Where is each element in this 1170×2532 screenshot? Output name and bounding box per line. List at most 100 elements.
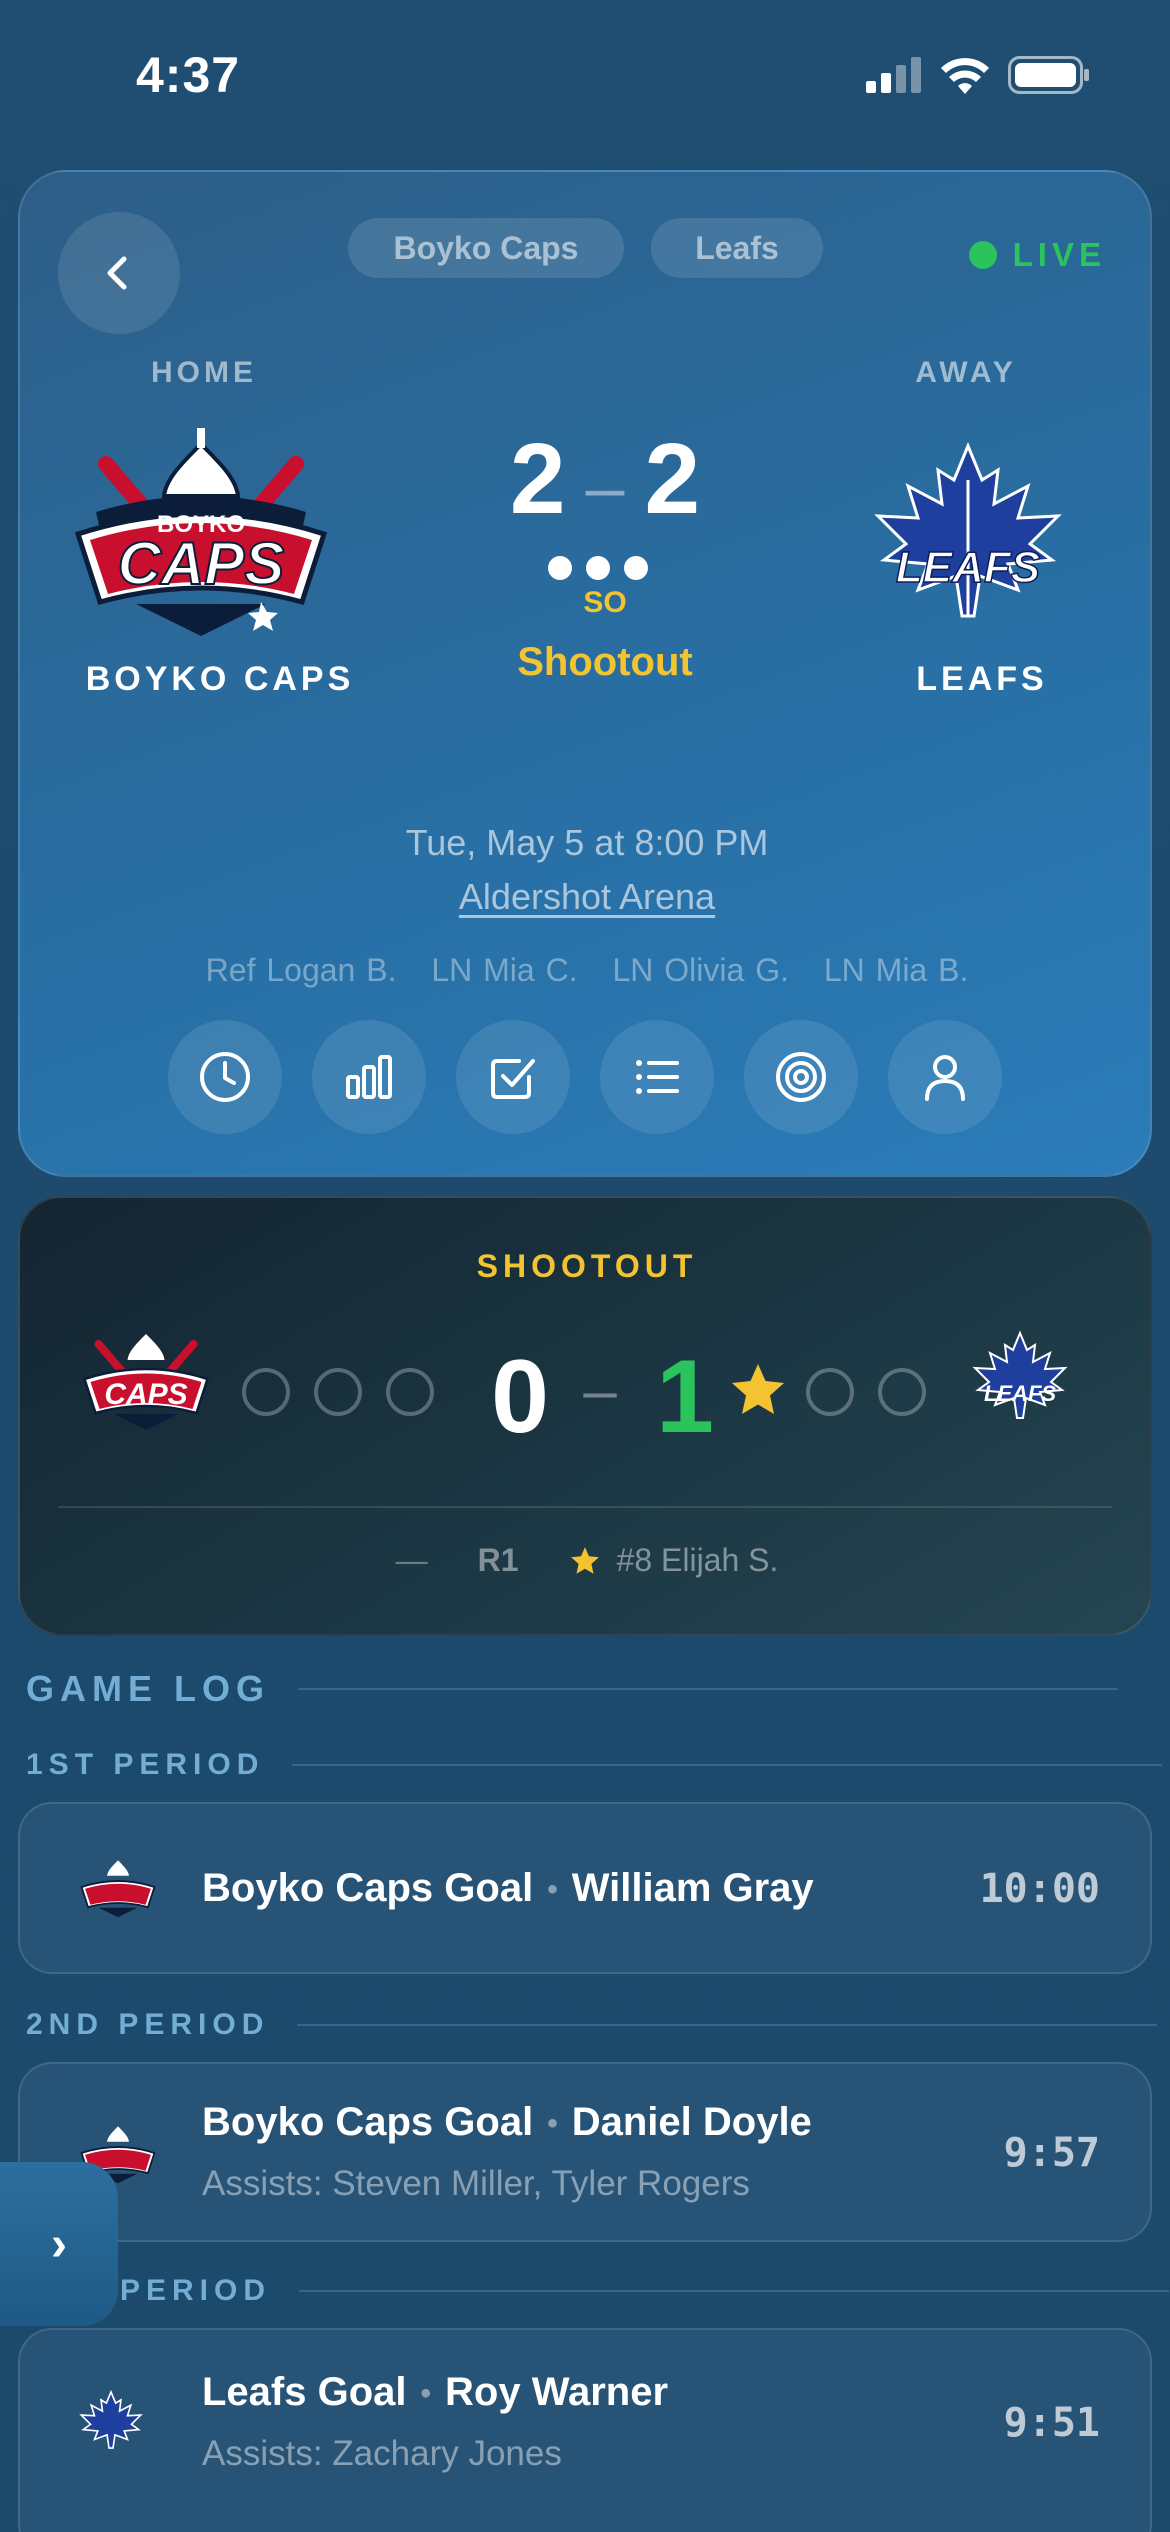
event-title: Leafs Goal • Roy Warner bbox=[202, 2370, 668, 2415]
log-event-row[interactable]: Boyko Caps Goal • Daniel Doyle Assists: St… bbox=[18, 2062, 1152, 2242]
period-header: 1ST PERIOD bbox=[26, 1748, 1163, 1782]
away-logo-main-text: LEAFS bbox=[896, 543, 1040, 592]
event-title: Boyko Caps Goal • William Gray bbox=[202, 1866, 814, 1911]
divider bbox=[297, 2024, 1158, 2026]
home-attempt-empty bbox=[386, 1368, 434, 1416]
away-logo-main-text: LEAFS bbox=[984, 1381, 1056, 1406]
battery-icon bbox=[1008, 56, 1089, 94]
period-dot bbox=[624, 556, 648, 580]
event-team: Leafs Goal bbox=[202, 2370, 407, 2414]
home-team-name: BOYKO CAPS bbox=[85, 660, 355, 698]
action-row bbox=[168, 1020, 1002, 1134]
official-referee: Ref Logan B. bbox=[205, 952, 397, 988]
official-linesman: LN Mia C. bbox=[431, 952, 578, 988]
separator-dot: • bbox=[547, 2107, 558, 2141]
live-dot bbox=[968, 241, 997, 269]
event-time: 9:51 bbox=[1003, 2400, 1100, 2446]
separator-dot: • bbox=[420, 2377, 432, 2411]
home-score: 2 bbox=[509, 423, 566, 535]
stats-button[interactable] bbox=[312, 1020, 426, 1134]
shots-button[interactable] bbox=[744, 1020, 858, 1134]
chevron-right-icon: › bbox=[51, 2217, 67, 2271]
official-linesman: LN Mia B. bbox=[823, 952, 969, 988]
event-player: Roy Warner bbox=[445, 2370, 669, 2414]
shootout-title: SHOOTOUT bbox=[476, 1248, 698, 1284]
lineup-check-button[interactable] bbox=[456, 1020, 570, 1134]
status-time: 4:37 bbox=[136, 47, 241, 103]
status-icons bbox=[866, 56, 1090, 94]
leafs-logo-small bbox=[79, 2390, 143, 2449]
shootout-score-separator: – bbox=[583, 1357, 617, 1424]
home-attempt-empty bbox=[242, 1368, 290, 1416]
game-log-header: GAME LOG bbox=[26, 1668, 1118, 1710]
score-separator: – bbox=[585, 447, 625, 526]
cellular-signal-icon bbox=[866, 57, 921, 93]
home-attempt-empty bbox=[314, 1368, 362, 1416]
away-team-chip[interactable]: Leafs bbox=[651, 218, 823, 278]
target-icon bbox=[776, 1052, 826, 1102]
list-icon bbox=[636, 1060, 679, 1094]
away-team-name: LEAFS bbox=[916, 660, 1048, 698]
period-label: 2ND PERIOD bbox=[26, 2008, 270, 2041]
event-player: William Gray bbox=[571, 1866, 814, 1910]
away-attempt-empty bbox=[806, 1368, 854, 1416]
wifi-icon bbox=[941, 58, 989, 94]
shootout-away-score: 1 bbox=[656, 1339, 714, 1455]
home-logo-main-text: CAPS bbox=[118, 530, 285, 597]
live-label: LIVE bbox=[1012, 236, 1106, 273]
event-player: Daniel Doyle bbox=[571, 2100, 812, 2144]
boyko-caps-logo-small bbox=[80, 1860, 156, 1918]
home-label: HOME bbox=[151, 356, 257, 389]
divider bbox=[299, 2290, 1170, 2292]
status-bar: 4:37 bbox=[0, 0, 1170, 150]
period-dot bbox=[586, 556, 610, 580]
shootout-round-row: — R1 #8 Elijah S. bbox=[20, 1542, 1154, 1579]
play-by-play-button[interactable] bbox=[600, 1020, 714, 1134]
away-score: 2 bbox=[644, 423, 701, 535]
game-status: Shootout bbox=[517, 640, 693, 684]
leafs-logo[interactable]: LEAFS bbox=[868, 440, 1068, 640]
game-log-title: GAME LOG bbox=[26, 1668, 270, 1709]
log-event-row[interactable]: Leafs Goal • Roy Warner Assists: Zachary J… bbox=[18, 2328, 1152, 2532]
period-header: 2ND PERIOD bbox=[26, 2008, 1158, 2042]
period-label: PERIOD bbox=[120, 2274, 272, 2307]
timeline-button[interactable] bbox=[168, 1020, 282, 1134]
officials-list: Ref Logan B. LN Mia C. LN Olivia G. LN M… bbox=[20, 952, 1154, 989]
checkbox-icon bbox=[491, 1059, 535, 1099]
boyko-caps-logo-small: CAPS bbox=[82, 1334, 210, 1430]
period-dots bbox=[548, 556, 648, 580]
game-score: 2–2 bbox=[465, 422, 745, 537]
chevron-left-icon bbox=[107, 256, 127, 290]
game-header-card: Boyko Caps Leafs LIVE HOME AWAY BOYKO CA… bbox=[18, 170, 1152, 1177]
person-icon bbox=[925, 1055, 965, 1101]
period-header: PERIOD bbox=[120, 2274, 1170, 2308]
bar-chart-icon bbox=[346, 1055, 392, 1099]
event-time: 10:00 bbox=[979, 1866, 1100, 1912]
event-team: Boyko Caps Goal bbox=[202, 2100, 534, 2144]
home-logo-main-text: CAPS bbox=[104, 1378, 187, 1411]
event-title: Boyko Caps Goal • Daniel Doyle bbox=[202, 2100, 812, 2145]
event-team: Boyko Caps Goal bbox=[202, 1866, 534, 1910]
event-time: 9:57 bbox=[1003, 2130, 1100, 2176]
star-icon bbox=[570, 1546, 599, 1574]
boyko-caps-logo[interactable]: BOYKO CAPS bbox=[66, 424, 336, 644]
round-home-result: — bbox=[395, 1542, 428, 1578]
period-label: 1ST PERIOD bbox=[26, 1748, 265, 1781]
side-drawer-toggle[interactable]: › bbox=[0, 2162, 118, 2326]
so-abbrev: SO bbox=[583, 586, 627, 619]
back-button[interactable] bbox=[58, 212, 180, 334]
round-away-shooter: #8 Elijah S. bbox=[616, 1542, 779, 1578]
home-team-chip[interactable]: Boyko Caps bbox=[348, 218, 624, 278]
leafs-logo-small: LEAFS bbox=[972, 1330, 1068, 1419]
away-attempt-empty bbox=[878, 1368, 926, 1416]
shootout-home-score: 0 bbox=[491, 1339, 549, 1455]
log-event-row[interactable]: Boyko Caps Goal • William Gray 10:00 bbox=[18, 1802, 1152, 1974]
clock-icon bbox=[200, 1052, 250, 1102]
divider bbox=[292, 1764, 1163, 1766]
round-label: R1 bbox=[477, 1542, 519, 1578]
arena-link[interactable]: Aldershot Arena bbox=[20, 876, 1154, 918]
players-button[interactable] bbox=[888, 1020, 1002, 1134]
game-datetime: Tue, May 5 at 8:00 PM bbox=[405, 822, 769, 863]
separator-dot: • bbox=[547, 1873, 558, 1907]
event-assists: Assists: Zachary Jones bbox=[202, 2434, 562, 2473]
